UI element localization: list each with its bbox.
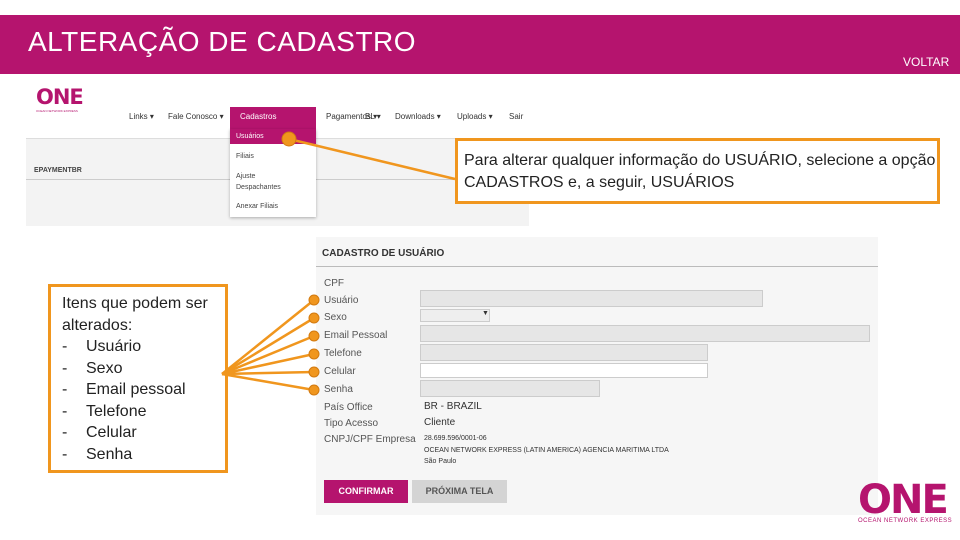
tipo-acesso-value: Cliente xyxy=(424,417,456,428)
cadastros-dropdown: Usuários Filiais Ajuste Despachantes Ane… xyxy=(230,129,316,217)
dropdown-item-usuarios[interactable]: Usuários xyxy=(236,133,264,140)
list-item: - Email pessoal xyxy=(62,381,186,398)
connector-line xyxy=(221,370,315,376)
callout-editable-items: Itens que podem ser alterados: - Usuário … xyxy=(48,284,228,473)
list-item: - Senha xyxy=(62,445,133,463)
dropdown-item-anexar[interactable]: Anexar Filiais xyxy=(236,203,278,210)
list-item: - Sexo xyxy=(62,359,123,377)
nav-downloads[interactable]: Downloads ▾ xyxy=(395,112,441,121)
nav-bl[interactable]: BL ▾ xyxy=(365,112,381,121)
telefone-input[interactable] xyxy=(420,344,708,361)
callout-instructions: Para alterar qualquer informação do USUÁ… xyxy=(455,138,940,204)
nav-cadastros[interactable]: Cadastros xyxy=(230,107,316,129)
menu-screenshot: ONE OCEAN NETWORK EXPRESS Links ▾ Fale C… xyxy=(26,83,529,226)
email-input[interactable] xyxy=(420,325,870,342)
list-item: - Telefone xyxy=(62,402,147,420)
back-link[interactable]: VOLTAR xyxy=(903,55,949,69)
cnpj-value: 28.699.596/0001-06 xyxy=(424,435,487,442)
callout-instructions-text: Para alterar qualquer informação do USUÁ… xyxy=(464,152,936,191)
pais-office-value: BR - BRAZIL xyxy=(424,401,482,412)
label-email: Email Pessoal xyxy=(324,330,388,341)
empresa-value: OCEAN NETWORK EXPRESS (LATIN AMERICA) AG… xyxy=(424,447,669,454)
form-title: CADASTRO DE USUÁRIO xyxy=(322,248,445,259)
label-senha: Senha xyxy=(324,384,353,395)
page-title: ALTERAÇÃO DE CADASTRO xyxy=(28,26,417,57)
sexo-select[interactable]: ▼ xyxy=(420,309,490,322)
dropdown-item-despachantes[interactable]: Ajuste Despachantes xyxy=(236,171,296,193)
nav-fale-conosco[interactable]: Fale Conosco ▾ xyxy=(168,112,224,121)
divider xyxy=(316,266,878,267)
label-tipo-acesso: Tipo Acesso xyxy=(324,418,379,429)
next-screen-button[interactable]: PRÓXIMA TELA xyxy=(412,480,507,503)
nav-sair[interactable]: Sair xyxy=(509,112,523,121)
connector-line xyxy=(221,316,315,376)
dropdown-item-filiais[interactable]: Filiais xyxy=(236,153,254,160)
list-item: - Celular xyxy=(62,424,137,441)
section-title: EPAYMENTBR xyxy=(34,167,82,174)
chevron-down-icon: ▼ xyxy=(482,310,489,317)
one-logo-subtitle: OCEAN NETWORK EXPRESS xyxy=(36,109,78,113)
nav-links[interactable]: Links ▾ xyxy=(129,112,154,121)
brand-logo-mark: ONE xyxy=(858,477,949,523)
user-form-screenshot: CADASTRO DE USUÁRIO CPF Usuário Sexo Ema… xyxy=(316,237,878,515)
label-celular: Celular xyxy=(324,366,356,377)
brand-logo: ONE OCEAN NETWORK EXPRESS xyxy=(858,480,952,524)
label-cnpj: CNPJ/CPF Empresa xyxy=(324,434,416,445)
confirm-button[interactable]: CONFIRMAR xyxy=(324,480,408,503)
connector-line xyxy=(221,334,315,376)
connector-line xyxy=(221,352,315,376)
label-cpf: CPF xyxy=(324,278,344,289)
brand-tagline: OCEAN NETWORK EXPRESS xyxy=(858,518,953,524)
cidade-value: São Paulo xyxy=(424,458,457,465)
label-usuario: Usuário xyxy=(324,295,359,306)
label-telefone: Telefone xyxy=(324,348,362,359)
connector-line xyxy=(221,372,315,392)
label-pais-office: País Office xyxy=(324,402,373,413)
celular-input[interactable] xyxy=(420,363,708,378)
one-logo: ONE xyxy=(36,85,84,109)
nav-uploads[interactable]: Uploads ▾ xyxy=(457,112,493,121)
senha-input[interactable] xyxy=(420,380,600,397)
list-item: - Usuário xyxy=(62,338,142,355)
connector-line xyxy=(221,299,315,375)
usuario-input[interactable] xyxy=(420,290,763,307)
callout-intro: Itens que podem ser alterados: xyxy=(62,295,208,334)
label-sexo: Sexo xyxy=(324,312,347,323)
